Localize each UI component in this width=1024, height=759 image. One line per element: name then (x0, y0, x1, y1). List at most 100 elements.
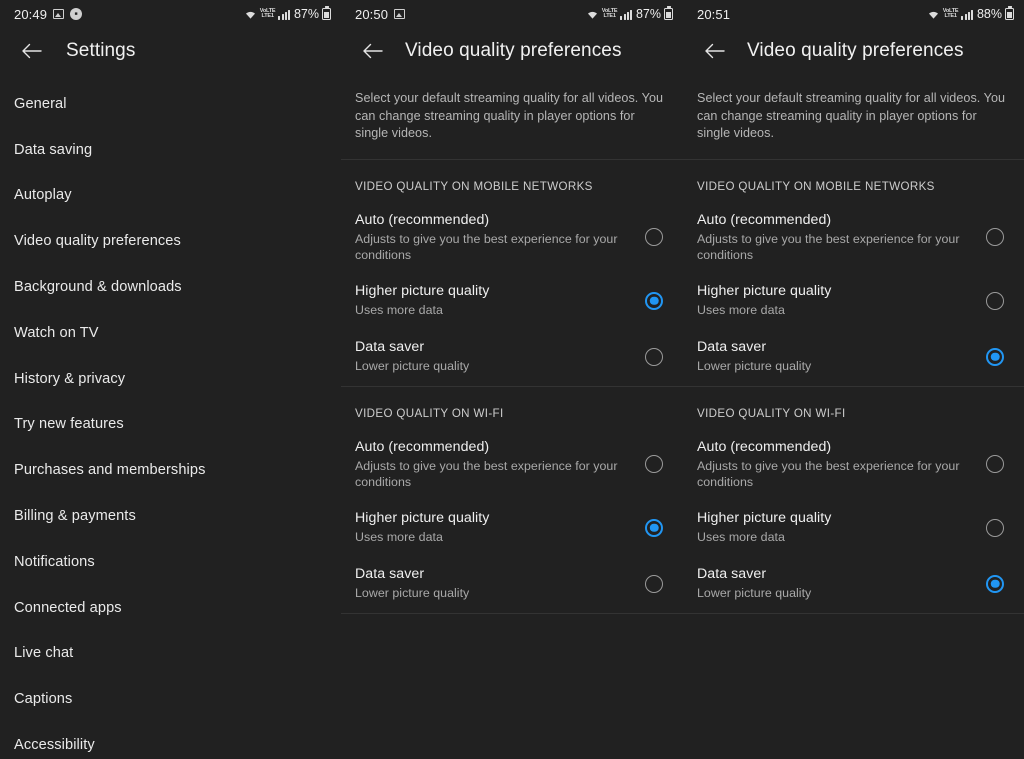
settings-screen: 20:49 ■ VoLTE LTE1 87% Settings General Data sa… (0, 0, 341, 759)
status-bar: 20:50 VoLTE LTE1 87% (341, 0, 683, 28)
option-row-higher-picture-quality[interactable]: Higher picture quality Uses more data (341, 501, 683, 557)
battery-icon (322, 6, 331, 20)
option-row-higher-picture-quality[interactable]: Higher picture quality Uses more data (341, 274, 683, 330)
battery-icon (664, 6, 673, 20)
back-arrow-icon[interactable] (355, 34, 389, 68)
image-icon (53, 9, 65, 19)
option-text: Higher picture quality Uses more data (697, 282, 986, 319)
option-subtitle: Lower picture quality (355, 586, 470, 601)
settings-item-label: Video quality preferences (14, 233, 181, 250)
settings-item-purchases-and-memberships[interactable]: Purchases and memberships (0, 447, 341, 493)
option-row-data-saver[interactable]: Data saver Lower picture quality (341, 557, 683, 613)
settings-item-label: Billing & payments (14, 508, 136, 525)
radio-button-higher-picture-quality[interactable] (986, 291, 1004, 310)
option-title: Data saver (697, 339, 767, 356)
settings-item-autoplay[interactable]: Autoplay (0, 173, 341, 219)
option-subtitle: Lower picture quality (355, 359, 470, 374)
wifi-icon (927, 9, 940, 20)
app-bar: Video quality preferences (341, 28, 683, 73)
settings-item-connected-apps[interactable]: Connected apps (0, 585, 341, 631)
settings-item-data-saving[interactable]: Data saving (0, 127, 341, 173)
settings-item-label: Notifications (14, 553, 95, 570)
signal-bars-icon (620, 9, 632, 20)
page-title: Video quality preferences (405, 39, 622, 61)
battery-percent-label: 87% (293, 7, 319, 21)
option-text: Data saver Lower picture quality (697, 338, 986, 375)
screen-description: Select your default streaming quality fo… (697, 91, 1006, 140)
option-row-higher-picture-quality[interactable]: Higher picture quality Uses more data (683, 274, 1024, 330)
radio-button-higher-picture-quality[interactable] (645, 518, 663, 537)
settings-item-general[interactable]: General (0, 81, 341, 127)
volte-icon: VoLTE LTE1 (601, 8, 618, 19)
video-quality-screen-data-saver: 20:51 VoLTE LTE1 88% Video quality preferenc… (683, 0, 1024, 759)
back-arrow-icon[interactable] (697, 34, 731, 68)
settings-item-label: Captions (14, 691, 73, 708)
settings-item-watch-on-tv[interactable]: Watch on TV (0, 310, 341, 356)
settings-item-label: Purchases and memberships (14, 462, 206, 479)
section-header: VIDEO QUALITY ON MOBILE NETWORKS (355, 179, 593, 193)
radio-button-auto-recommended[interactable] (986, 455, 1004, 473)
option-row-auto-recommended[interactable]: Auto (recommended) Adjusts to give you th… (683, 430, 1024, 501)
wifi-icon (244, 9, 257, 20)
option-text: Data saver Lower picture quality (355, 338, 645, 375)
option-subtitle: Adjusts to give you the best experience … (355, 458, 618, 490)
option-text: Auto (recommended) Adjusts to give you th… (697, 438, 986, 491)
video-quality-screen-higher: 20:50 VoLTE LTE1 87% Video quality preferenc… (341, 0, 683, 759)
app-bar: Settings (0, 28, 341, 73)
status-bar: 20:49 ■ VoLTE LTE1 87% (0, 0, 341, 28)
option-text: Higher picture quality Uses more data (355, 282, 645, 319)
radio-button-auto-recommended[interactable] (986, 228, 1004, 246)
option-subtitle: Adjusts to give you the best experience … (355, 231, 618, 263)
option-title: Data saver (355, 566, 425, 583)
option-row-auto-recommended[interactable]: Auto (recommended) Adjusts to give you th… (683, 203, 1024, 274)
section-header: VIDEO QUALITY ON WI-FI (697, 406, 846, 420)
option-row-data-saver[interactable]: Data saver Lower picture quality (341, 330, 683, 386)
page-title: Video quality preferences (747, 39, 964, 61)
settings-list: General Data saving Autoplay Video quality … (0, 73, 341, 759)
option-title: Auto (recommended) (697, 211, 832, 228)
back-arrow-icon[interactable] (14, 34, 48, 68)
settings-item-video-quality-preferences[interactable]: Video quality preferences (0, 218, 341, 264)
settings-item-label: History & privacy (14, 370, 126, 387)
radio-button-auto-recommended[interactable] (645, 228, 663, 246)
radio-button-higher-picture-quality[interactable] (645, 291, 663, 310)
option-row-data-saver[interactable]: Data saver Lower picture quality (683, 557, 1024, 613)
option-title: Higher picture quality (697, 510, 832, 527)
settings-item-captions[interactable]: Captions (0, 676, 341, 722)
settings-item-label: Data saving (14, 141, 93, 158)
option-row-higher-picture-quality[interactable]: Higher picture quality Uses more data (683, 501, 1024, 557)
settings-item-label: Background & downloads (14, 279, 182, 296)
settings-item-accessibility[interactable]: Accessibility (0, 722, 341, 759)
option-title: Higher picture quality (697, 283, 832, 300)
radio-button-data-saver[interactable] (645, 574, 663, 593)
settings-item-live-chat[interactable]: Live chat (0, 631, 341, 677)
option-text: Higher picture quality Uses more data (697, 509, 986, 546)
radio-button-data-saver[interactable] (986, 574, 1004, 593)
option-row-auto-recommended[interactable]: Auto (recommended) Adjusts to give you th… (341, 203, 683, 274)
battery-icon (1005, 6, 1014, 20)
settings-item-billing-payments[interactable]: Billing & payments (0, 493, 341, 539)
radio-button-higher-picture-quality[interactable] (986, 518, 1004, 537)
option-row-data-saver[interactable]: Data saver Lower picture quality (683, 330, 1024, 386)
radio-button-data-saver[interactable] (645, 347, 663, 366)
settings-item-background-downloads[interactable]: Background & downloads (0, 264, 341, 310)
option-text: Data saver Lower picture quality (355, 565, 645, 602)
wifi-icon (586, 9, 599, 20)
radio-button-data-saver[interactable] (986, 347, 1004, 366)
option-title: Data saver (697, 566, 767, 583)
settings-item-label: Try new features (14, 416, 124, 433)
settings-item-try-new-features[interactable]: Try new features (0, 402, 341, 448)
status-bar-right: VoLTE LTE1 88% (927, 6, 1014, 21)
settings-item-label: Accessibility (14, 737, 95, 754)
settings-item-label: Autoplay (14, 187, 72, 204)
settings-item-notifications[interactable]: Notifications (0, 539, 341, 585)
option-row-auto-recommended[interactable]: Auto (recommended) Adjusts to give you th… (341, 430, 683, 501)
settings-item-history-privacy[interactable]: History & privacy (0, 356, 341, 402)
option-subtitle: Lower picture quality (697, 586, 812, 601)
radio-button-auto-recommended[interactable] (645, 455, 663, 473)
page-title: Settings (66, 39, 136, 61)
status-bar-clock: 20:49 (14, 6, 48, 22)
section-header: VIDEO QUALITY ON MOBILE NETWORKS (697, 179, 935, 193)
battery-percent-label: 88% (976, 7, 1002, 21)
signal-bars-icon (278, 9, 290, 20)
